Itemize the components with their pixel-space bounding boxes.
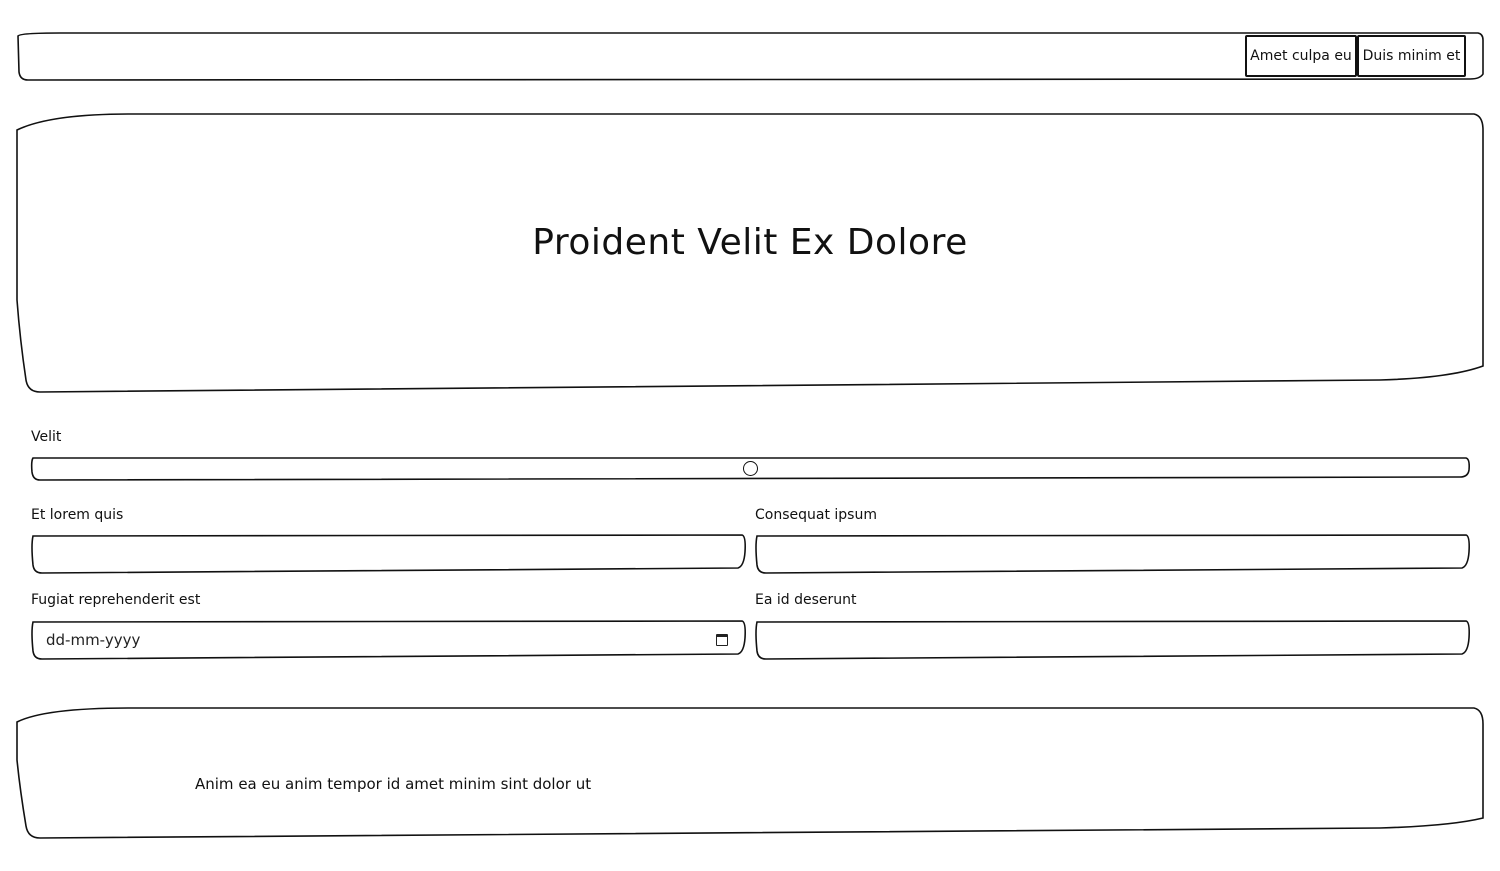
nav-button-amet-culpa-eu[interactable]: Amet culpa eu	[1245, 35, 1357, 77]
sketch-outlines	[16, 32, 1484, 839]
nav-button-duis-minim-et[interactable]: Duis minim et	[1357, 35, 1466, 77]
page: Amet culpa eu Duis minim et Proident Vel…	[0, 0, 1500, 871]
ea-id-deserunt-input[interactable]	[758, 622, 1466, 658]
field-label-fugiat-reprehenderit-est: Fugiat reprehenderit est	[31, 592, 201, 608]
consequat-ipsum-input[interactable]	[758, 536, 1466, 572]
footer-outline	[16, 707, 1484, 839]
slider-label: Velit	[31, 429, 62, 445]
field-label-et-lorem-quis: Et lorem quis	[31, 507, 124, 523]
footer-text: Anim ea eu anim tempor id amet minim sin…	[195, 775, 592, 793]
calendar-icon[interactable]	[716, 634, 728, 646]
field-label-consequat-ipsum: Consequat ipsum	[755, 507, 877, 523]
date-input[interactable]: dd-mm-yyyy	[34, 622, 742, 658]
field-label-ea-id-deserunt: Ea id deserunt	[755, 592, 857, 608]
hero-title: Proident Velit Ex Dolore	[532, 222, 968, 263]
date-placeholder: dd-mm-yyyy	[46, 631, 141, 649]
slider-thumb[interactable]	[743, 461, 758, 476]
et-lorem-quis-input[interactable]	[34, 536, 742, 572]
velit-slider[interactable]	[32, 458, 1469, 480]
